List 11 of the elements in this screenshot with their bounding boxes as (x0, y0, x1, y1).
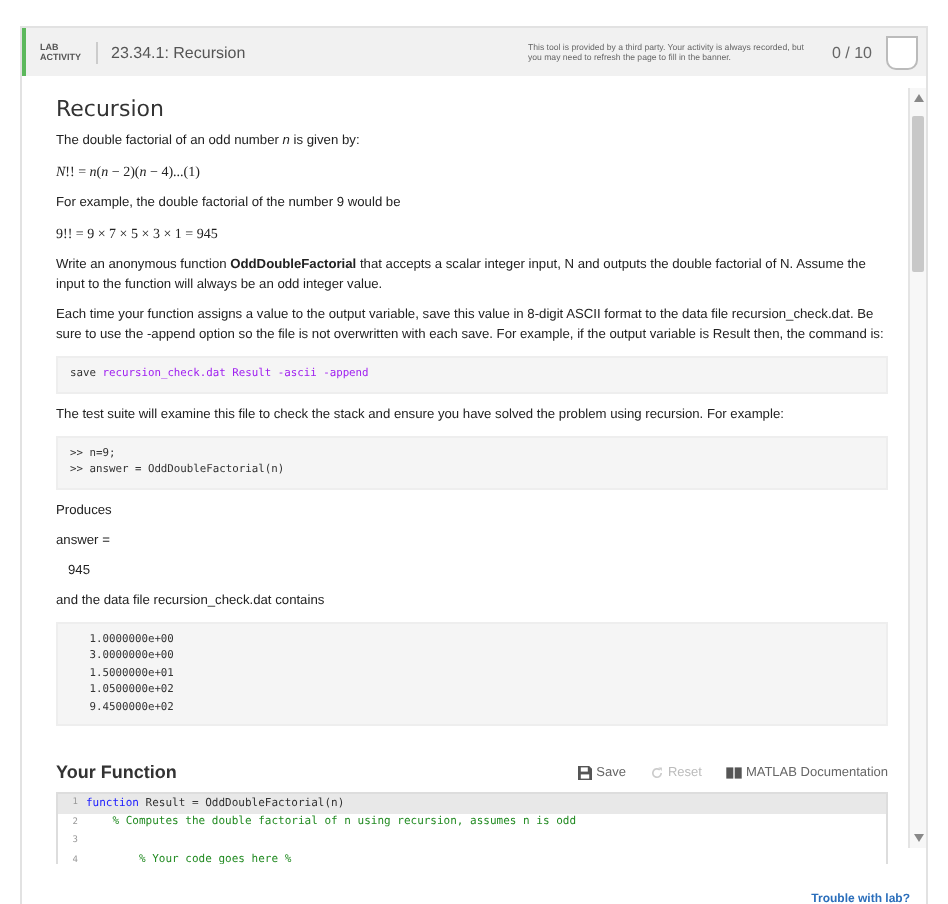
scrollbar[interactable] (908, 88, 926, 848)
section-heading: Your Function (56, 762, 179, 782)
scroll-up-icon[interactable] (913, 94, 923, 102)
problem-heading: Recursion (56, 96, 166, 122)
refresh-icon (649, 765, 664, 779)
scroll-down-icon[interactable] (913, 834, 923, 842)
score-badge (886, 35, 918, 69)
activity-title: 23.34.1: Recursion (111, 43, 248, 61)
scroll-thumb-icon[interactable] (912, 116, 924, 272)
book-icon (725, 765, 742, 779)
score-text: 0 / 10 (831, 43, 872, 61)
